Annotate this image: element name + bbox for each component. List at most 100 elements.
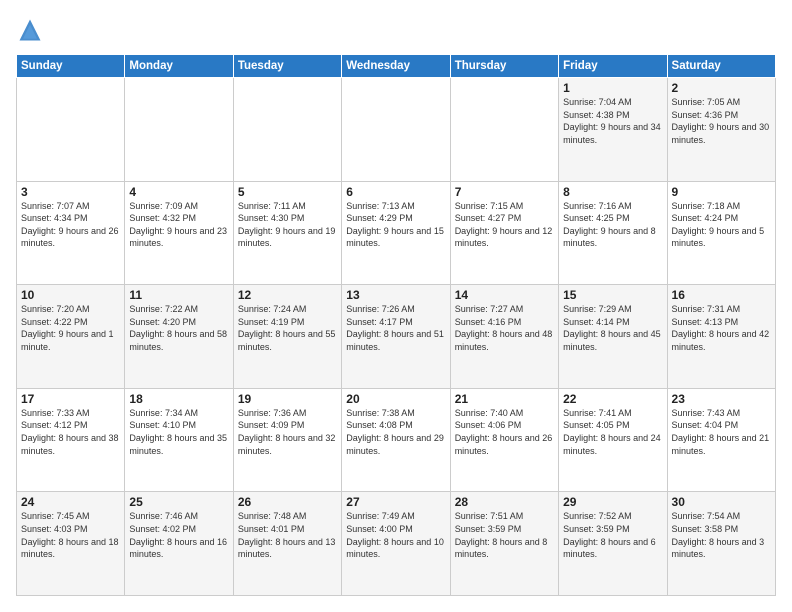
day-number: 6 — [346, 185, 445, 199]
day-number: 28 — [455, 495, 554, 509]
day-cell — [342, 78, 450, 182]
day-number: 8 — [563, 185, 662, 199]
day-cell: 28Sunrise: 7:51 AM Sunset: 3:59 PM Dayli… — [450, 492, 558, 596]
day-cell: 18Sunrise: 7:34 AM Sunset: 4:10 PM Dayli… — [125, 388, 233, 492]
day-info: Sunrise: 7:41 AM Sunset: 4:05 PM Dayligh… — [563, 407, 662, 457]
day-number: 9 — [672, 185, 771, 199]
day-number: 10 — [21, 288, 120, 302]
day-cell: 22Sunrise: 7:41 AM Sunset: 4:05 PM Dayli… — [559, 388, 667, 492]
day-info: Sunrise: 7:31 AM Sunset: 4:13 PM Dayligh… — [672, 303, 771, 353]
day-cell: 29Sunrise: 7:52 AM Sunset: 3:59 PM Dayli… — [559, 492, 667, 596]
day-cell — [450, 78, 558, 182]
week-row-2: 3Sunrise: 7:07 AM Sunset: 4:34 PM Daylig… — [17, 181, 776, 285]
day-number: 21 — [455, 392, 554, 406]
day-cell: 30Sunrise: 7:54 AM Sunset: 3:58 PM Dayli… — [667, 492, 775, 596]
day-number: 20 — [346, 392, 445, 406]
weekday-header-monday: Monday — [125, 55, 233, 78]
day-info: Sunrise: 7:33 AM Sunset: 4:12 PM Dayligh… — [21, 407, 120, 457]
day-info: Sunrise: 7:29 AM Sunset: 4:14 PM Dayligh… — [563, 303, 662, 353]
day-number: 2 — [672, 81, 771, 95]
day-cell: 1Sunrise: 7:04 AM Sunset: 4:38 PM Daylig… — [559, 78, 667, 182]
day-number: 27 — [346, 495, 445, 509]
day-info: Sunrise: 7:18 AM Sunset: 4:24 PM Dayligh… — [672, 200, 771, 250]
day-cell: 26Sunrise: 7:48 AM Sunset: 4:01 PM Dayli… — [233, 492, 341, 596]
day-cell: 6Sunrise: 7:13 AM Sunset: 4:29 PM Daylig… — [342, 181, 450, 285]
weekday-header-thursday: Thursday — [450, 55, 558, 78]
day-number: 11 — [129, 288, 228, 302]
day-number: 17 — [21, 392, 120, 406]
day-cell — [17, 78, 125, 182]
day-info: Sunrise: 7:34 AM Sunset: 4:10 PM Dayligh… — [129, 407, 228, 457]
day-cell: 21Sunrise: 7:40 AM Sunset: 4:06 PM Dayli… — [450, 388, 558, 492]
day-number: 15 — [563, 288, 662, 302]
day-cell — [125, 78, 233, 182]
day-number: 22 — [563, 392, 662, 406]
day-number: 13 — [346, 288, 445, 302]
day-cell: 25Sunrise: 7:46 AM Sunset: 4:02 PM Dayli… — [125, 492, 233, 596]
day-number: 18 — [129, 392, 228, 406]
weekday-header-row: SundayMondayTuesdayWednesdayThursdayFrid… — [17, 55, 776, 78]
day-info: Sunrise: 7:13 AM Sunset: 4:29 PM Dayligh… — [346, 200, 445, 250]
day-number: 14 — [455, 288, 554, 302]
week-row-3: 10Sunrise: 7:20 AM Sunset: 4:22 PM Dayli… — [17, 285, 776, 389]
day-number: 25 — [129, 495, 228, 509]
day-info: Sunrise: 7:38 AM Sunset: 4:08 PM Dayligh… — [346, 407, 445, 457]
day-cell: 14Sunrise: 7:27 AM Sunset: 4:16 PM Dayli… — [450, 285, 558, 389]
week-row-5: 24Sunrise: 7:45 AM Sunset: 4:03 PM Dayli… — [17, 492, 776, 596]
day-info: Sunrise: 7:04 AM Sunset: 4:38 PM Dayligh… — [563, 96, 662, 146]
day-info: Sunrise: 7:15 AM Sunset: 4:27 PM Dayligh… — [455, 200, 554, 250]
page: SundayMondayTuesdayWednesdayThursdayFrid… — [0, 0, 792, 612]
weekday-header-tuesday: Tuesday — [233, 55, 341, 78]
day-info: Sunrise: 7:16 AM Sunset: 4:25 PM Dayligh… — [563, 200, 662, 250]
day-info: Sunrise: 7:51 AM Sunset: 3:59 PM Dayligh… — [455, 510, 554, 560]
week-row-4: 17Sunrise: 7:33 AM Sunset: 4:12 PM Dayli… — [17, 388, 776, 492]
day-info: Sunrise: 7:20 AM Sunset: 4:22 PM Dayligh… — [21, 303, 120, 353]
day-info: Sunrise: 7:43 AM Sunset: 4:04 PM Dayligh… — [672, 407, 771, 457]
day-cell: 11Sunrise: 7:22 AM Sunset: 4:20 PM Dayli… — [125, 285, 233, 389]
header — [16, 16, 776, 44]
day-cell: 7Sunrise: 7:15 AM Sunset: 4:27 PM Daylig… — [450, 181, 558, 285]
day-info: Sunrise: 7:49 AM Sunset: 4:00 PM Dayligh… — [346, 510, 445, 560]
day-cell: 15Sunrise: 7:29 AM Sunset: 4:14 PM Dayli… — [559, 285, 667, 389]
weekday-header-sunday: Sunday — [17, 55, 125, 78]
day-info: Sunrise: 7:07 AM Sunset: 4:34 PM Dayligh… — [21, 200, 120, 250]
day-cell: 2Sunrise: 7:05 AM Sunset: 4:36 PM Daylig… — [667, 78, 775, 182]
day-cell: 5Sunrise: 7:11 AM Sunset: 4:30 PM Daylig… — [233, 181, 341, 285]
day-number: 29 — [563, 495, 662, 509]
day-cell: 16Sunrise: 7:31 AM Sunset: 4:13 PM Dayli… — [667, 285, 775, 389]
day-info: Sunrise: 7:54 AM Sunset: 3:58 PM Dayligh… — [672, 510, 771, 560]
day-info: Sunrise: 7:05 AM Sunset: 4:36 PM Dayligh… — [672, 96, 771, 146]
week-row-1: 1Sunrise: 7:04 AM Sunset: 4:38 PM Daylig… — [17, 78, 776, 182]
day-number: 3 — [21, 185, 120, 199]
day-cell: 13Sunrise: 7:26 AM Sunset: 4:17 PM Dayli… — [342, 285, 450, 389]
day-cell: 8Sunrise: 7:16 AM Sunset: 4:25 PM Daylig… — [559, 181, 667, 285]
day-number: 23 — [672, 392, 771, 406]
day-cell — [233, 78, 341, 182]
day-info: Sunrise: 7:22 AM Sunset: 4:20 PM Dayligh… — [129, 303, 228, 353]
day-number: 5 — [238, 185, 337, 199]
weekday-header-wednesday: Wednesday — [342, 55, 450, 78]
day-cell: 3Sunrise: 7:07 AM Sunset: 4:34 PM Daylig… — [17, 181, 125, 285]
weekday-header-saturday: Saturday — [667, 55, 775, 78]
calendar-table: SundayMondayTuesdayWednesdayThursdayFrid… — [16, 54, 776, 596]
day-info: Sunrise: 7:26 AM Sunset: 4:17 PM Dayligh… — [346, 303, 445, 353]
day-info: Sunrise: 7:46 AM Sunset: 4:02 PM Dayligh… — [129, 510, 228, 560]
day-info: Sunrise: 7:36 AM Sunset: 4:09 PM Dayligh… — [238, 407, 337, 457]
day-cell: 10Sunrise: 7:20 AM Sunset: 4:22 PM Dayli… — [17, 285, 125, 389]
day-number: 7 — [455, 185, 554, 199]
day-number: 4 — [129, 185, 228, 199]
logo-icon — [16, 16, 44, 44]
day-cell: 20Sunrise: 7:38 AM Sunset: 4:08 PM Dayli… — [342, 388, 450, 492]
day-cell: 24Sunrise: 7:45 AM Sunset: 4:03 PM Dayli… — [17, 492, 125, 596]
day-cell: 9Sunrise: 7:18 AM Sunset: 4:24 PM Daylig… — [667, 181, 775, 285]
day-number: 12 — [238, 288, 337, 302]
day-number: 26 — [238, 495, 337, 509]
day-info: Sunrise: 7:52 AM Sunset: 3:59 PM Dayligh… — [563, 510, 662, 560]
day-number: 1 — [563, 81, 662, 95]
day-cell: 19Sunrise: 7:36 AM Sunset: 4:09 PM Dayli… — [233, 388, 341, 492]
day-cell: 12Sunrise: 7:24 AM Sunset: 4:19 PM Dayli… — [233, 285, 341, 389]
day-info: Sunrise: 7:24 AM Sunset: 4:19 PM Dayligh… — [238, 303, 337, 353]
day-cell: 17Sunrise: 7:33 AM Sunset: 4:12 PM Dayli… — [17, 388, 125, 492]
day-info: Sunrise: 7:11 AM Sunset: 4:30 PM Dayligh… — [238, 200, 337, 250]
day-number: 24 — [21, 495, 120, 509]
